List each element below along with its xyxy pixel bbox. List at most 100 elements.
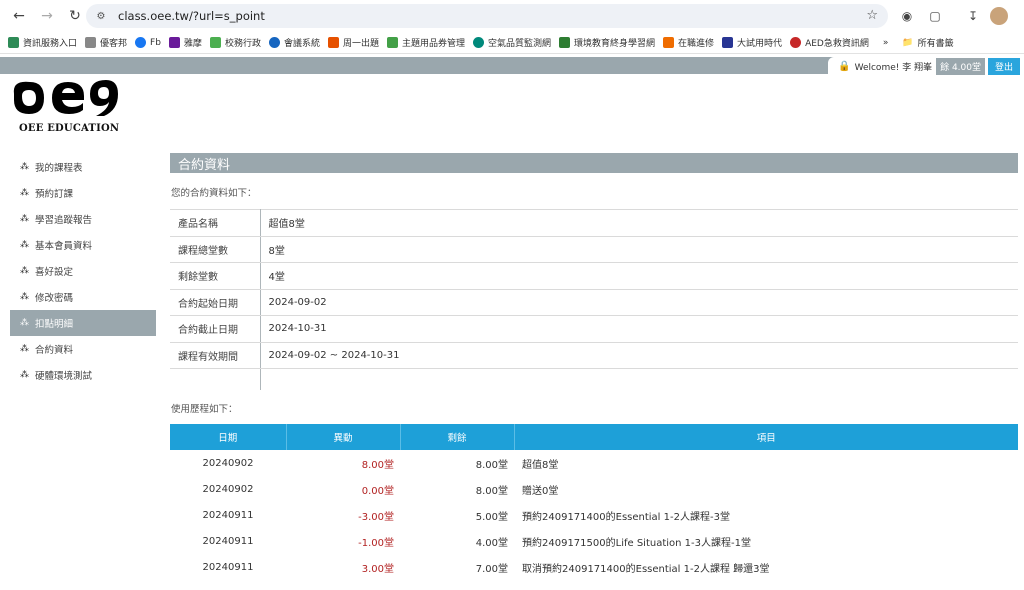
sidebar-item-report[interactable]: ⁂ 學習追蹤報告: [10, 206, 156, 232]
page-title: 合約資料: [170, 153, 1018, 173]
site-info-icon[interactable]: ⚙: [94, 9, 108, 23]
history-balance: 8.00堂: [475, 459, 508, 471]
sidebar-item-contract[interactable]: ⁂ 合約資料: [10, 336, 156, 362]
bookmark-item[interactable]: 周一出題: [327, 36, 379, 49]
bookmark-label: 主題用品券管理: [401, 39, 465, 49]
history-intro: 使用歷程如下：: [171, 404, 238, 415]
bookmark-item[interactable]: 校務行政: [209, 36, 261, 49]
history-item: 預約2409171500的Life Situation 1-3人課程-1堂: [522, 537, 751, 549]
overflow-label: »: [882, 37, 889, 48]
bookmark-label: 大試用時代: [737, 39, 783, 49]
sidebar-item-preferences[interactable]: ⁂ 喜好設定: [10, 258, 156, 284]
bookmark-item[interactable]: AED急救資訊網: [790, 36, 869, 49]
logo-text: OEE EDUCATION: [19, 123, 120, 134]
download-icon[interactable]: ↧: [964, 7, 982, 25]
bookmark-favicon-icon: [790, 37, 802, 48]
bookmark-label: 優客邦: [100, 39, 128, 49]
bookmark-label: 校務行政: [224, 39, 261, 49]
bullet-icon: ⁂: [20, 266, 29, 276]
bookmark-item[interactable]: Fb: [135, 37, 161, 48]
bullet-icon: ⁂: [20, 240, 29, 250]
contract-key: 合約起始日期: [170, 288, 261, 316]
bookmark-favicon-icon: [722, 37, 734, 48]
bookmark-label: 周一出題: [342, 39, 379, 49]
history-table: 日期 異動 剩餘 項目 20240902 8.00堂 8.00堂 超值8堂 20…: [170, 424, 1018, 580]
sidebar-item-label: 基本會員資料: [35, 241, 93, 252]
bullet-icon: ⁂: [20, 318, 29, 328]
reload-icon[interactable]: ↻: [62, 3, 88, 29]
sidebar-item-profile[interactable]: ⁂ 基本會員資料: [10, 232, 156, 258]
table-row: 20240902 8.00堂 8.00堂 超值8堂: [170, 450, 1018, 476]
forward-icon[interactable]: →: [34, 3, 60, 29]
table-row: 課程總堂數 8堂: [170, 235, 1018, 263]
bookmark-favicon-icon: [209, 37, 221, 48]
bookmark-item[interactable]: 資訊服務入口: [8, 36, 77, 49]
sidebar-item-label: 學習追蹤報告: [35, 215, 93, 226]
sidebar-item-schedule[interactable]: ⁂ 我的課程表: [10, 154, 156, 180]
contract-table: 產品名稱 超值8堂 課程總堂數 8堂 剩餘堂數 4堂 合約起始日期 2024-09-02…: [170, 209, 1018, 390]
contract-value: 2024-09-02 ~ 2024-10-31: [260, 341, 1018, 369]
account-icon[interactable]: ◉: [898, 7, 916, 25]
url-text[interactable]: class.oee.tw/?url=s_point: [118, 9, 265, 23]
bookmark-label: 環境教育終身學習網: [574, 39, 656, 49]
table-row: 20240911 -3.00堂 5.00堂 預約2409171400的Essen…: [170, 502, 1018, 528]
column-header-item: 項目: [514, 424, 1018, 450]
sidebar-item-password[interactable]: ⁂ 修改密碼: [10, 284, 156, 310]
bullet-icon: ⁂: [20, 292, 29, 302]
bookmarks-overflow-button[interactable]: »: [883, 38, 889, 48]
bookmark-item[interactable]: 環境教育終身學習網: [559, 36, 655, 49]
history-item: 預約2409171400的Essential 1-2人課程-3堂: [522, 511, 730, 523]
bullet-icon: ⁂: [20, 214, 29, 224]
bookmark-label: 會議系統: [283, 39, 320, 49]
history-change: 3.00堂: [361, 563, 394, 575]
all-bookmarks-folder[interactable]: 📁 所有書籤: [902, 36, 953, 50]
sidebar-item-booking[interactable]: ⁂ 預約訂課: [10, 180, 156, 206]
table-row: 剩餘堂數 4堂: [170, 262, 1018, 290]
sidebar-item-label: 硬體環境測試: [35, 371, 93, 382]
sidebar-item-label: 我的課程表: [35, 163, 83, 174]
bookmark-star-icon[interactable]: ☆: [866, 8, 878, 23]
points-badge: 餘 4.00堂: [936, 58, 985, 75]
bookmarks-bar: 資訊服務入口 優客邦 Fb 雅摩 校務行政 會議系統 周一出題 主題用品券管理 …: [0, 32, 1024, 54]
history-change: -1.00堂: [358, 537, 394, 549]
history-date: 20240902: [202, 483, 254, 495]
folder-icon: 📁: [902, 37, 914, 48]
history-header-row: 日期 異動 剩餘 項目: [170, 424, 1018, 450]
history-date: 20240911: [202, 509, 254, 521]
bookmark-item[interactable]: 會議系統: [268, 36, 320, 49]
bookmark-item[interactable]: 在職進修: [663, 36, 714, 49]
bookmark-item[interactable]: 雅摩: [168, 36, 202, 49]
bookmark-item[interactable]: 優客邦: [85, 36, 127, 49]
history-balance: 7.00堂: [475, 563, 508, 575]
extensions-icon[interactable]: ▢: [926, 7, 944, 25]
bookmark-item[interactable]: 空氣品質監測網: [473, 36, 551, 49]
history-item: 超值8堂: [522, 459, 559, 471]
table-row: 產品名稱 超值8堂: [170, 209, 1018, 237]
logout-button[interactable]: 登出: [987, 58, 1020, 75]
bookmark-item[interactable]: 大試用時代: [722, 36, 782, 49]
back-icon[interactable]: ←: [6, 3, 32, 29]
mail-icon: [168, 37, 180, 48]
sidebar-item-label: 合約資料: [35, 345, 74, 356]
column-header-balance: 剩餘: [400, 424, 515, 450]
history-balance: 4.00堂: [475, 537, 508, 549]
sidebar-item-points-detail[interactable]: ⁂ 扣點明細: [10, 310, 156, 336]
table-row: 課程有效期間 2024-09-02 ~ 2024-10-31: [170, 341, 1018, 369]
facebook-icon: [135, 37, 147, 48]
bookmark-label: 在職進修: [678, 39, 715, 49]
bookmark-label: Fb: [150, 37, 161, 48]
bookmark-favicon-icon: [663, 37, 675, 48]
table-row-empty: [170, 368, 1018, 390]
column-header-change: 異動: [286, 424, 401, 450]
address-bar[interactable]: ⚙ class.oee.tw/?url=s_point ☆: [86, 4, 888, 28]
history-date: 20240911: [202, 535, 254, 547]
bookmark-item[interactable]: 主題用品券管理: [386, 36, 465, 49]
bookmark-favicon-icon: [386, 37, 398, 48]
profile-avatar[interactable]: [990, 7, 1008, 25]
history-change: 0.00堂: [361, 485, 394, 497]
table-row: 合約起始日期 2024-09-02: [170, 288, 1018, 316]
table-row: 20240902 0.00堂 8.00堂 贈送0堂: [170, 476, 1018, 502]
welcome-text: Welcome! 李 翔峯: [854, 63, 933, 73]
sidebar-item-hardware-test[interactable]: ⁂ 硬體環境測試: [10, 362, 156, 388]
bullet-icon: ⁂: [20, 188, 29, 198]
